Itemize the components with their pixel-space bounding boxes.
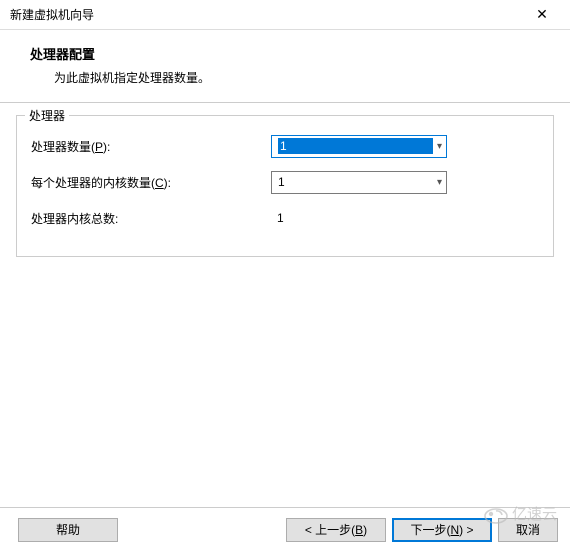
chevron-down-icon: ▾ — [433, 177, 442, 188]
value-total-cores: 1 — [271, 211, 284, 225]
next-button[interactable]: 下一步(N) > — [392, 518, 492, 542]
groupbox-legend: 处理器 — [25, 107, 69, 124]
combo-processor-count[interactable]: 1 ▾ — [271, 135, 447, 158]
page-subtitle: 为此虚拟机指定处理器数量。 — [54, 69, 550, 86]
close-icon: ✕ — [536, 6, 548, 23]
page-title: 处理器配置 — [30, 44, 550, 63]
row-processor-count: 处理器数量(P): 1 ▾ — [31, 134, 539, 158]
row-total-cores: 处理器内核总数: 1 — [31, 206, 539, 230]
wizard-header: 处理器配置 为此虚拟机指定处理器数量。 — [0, 30, 570, 102]
combo-processor-count-value: 1 — [278, 138, 433, 154]
combo-cores-per-processor[interactable]: 1 ▾ — [271, 171, 447, 194]
chevron-down-icon: ▾ — [433, 141, 442, 152]
content-area: 处理器 处理器数量(P): 1 ▾ 每个处理器的内核数量(C): 1 ▾ 处理器… — [0, 103, 570, 269]
row-cores-per-processor: 每个处理器的内核数量(C): 1 ▾ — [31, 170, 539, 194]
close-button[interactable]: ✕ — [522, 1, 562, 29]
window-title: 新建虚拟机向导 — [10, 6, 522, 23]
combo-cores-per-processor-value: 1 — [278, 175, 433, 189]
watermark-logo: 亿速云 — [482, 500, 566, 529]
back-button[interactable]: < 上一步(B) — [286, 518, 386, 542]
help-button[interactable]: 帮助 — [18, 518, 118, 542]
label-processor-count: 处理器数量(P): — [31, 138, 271, 155]
titlebar: 新建虚拟机向导 ✕ — [0, 0, 570, 30]
label-total-cores: 处理器内核总数: — [31, 210, 271, 227]
processor-groupbox: 处理器 处理器数量(P): 1 ▾ 每个处理器的内核数量(C): 1 ▾ 处理器… — [16, 115, 554, 257]
label-cores-per-processor: 每个处理器的内核数量(C): — [31, 174, 271, 191]
watermark-text: 亿速云 — [512, 506, 557, 523]
